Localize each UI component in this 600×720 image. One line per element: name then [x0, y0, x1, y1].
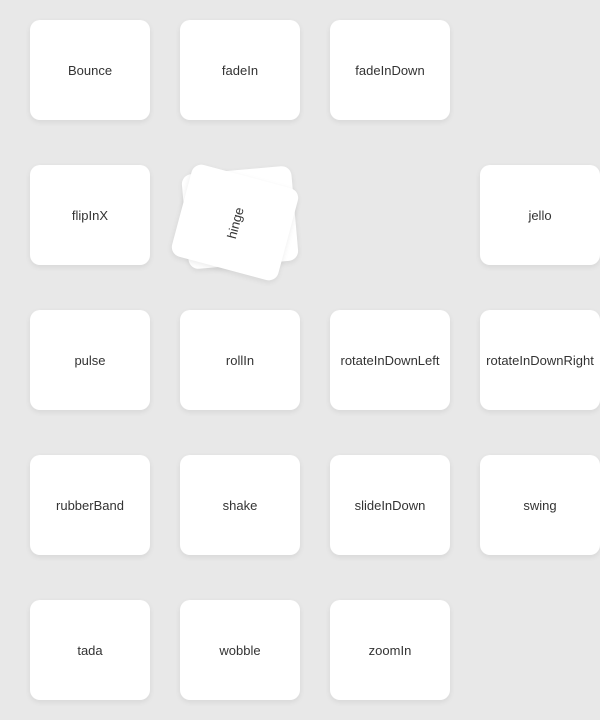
animation-grid: Bounce fadeIn fadeInDown flipInX hinge j…	[0, 0, 600, 720]
card-flipInX[interactable]: flipInX	[30, 165, 150, 265]
card-rubberBand[interactable]: rubberBand	[30, 455, 150, 555]
card-rotateInDownLeft[interactable]: rotateInDownLeft	[330, 310, 450, 410]
card-fadeInDown[interactable]: fadeInDown	[330, 20, 450, 120]
card-pulse[interactable]: pulse	[30, 310, 150, 410]
card-hinge-wrapper[interactable]: hinge	[180, 165, 300, 265]
card-swing[interactable]: swing	[480, 455, 600, 555]
card-jello[interactable]: jello	[480, 165, 600, 265]
card-slideInDown[interactable]: slideInDown	[330, 455, 450, 555]
card-wobble[interactable]: wobble	[180, 600, 300, 700]
card-fadeIn[interactable]: fadeIn	[180, 20, 300, 120]
card-rotateInDownRight[interactable]: rotateInDownRight	[480, 310, 600, 410]
card-bounce[interactable]: Bounce	[30, 20, 150, 120]
card-rollIn[interactable]: rollIn	[180, 310, 300, 410]
card-shake[interactable]: shake	[180, 455, 300, 555]
card-zoomIn[interactable]: zoomIn	[330, 600, 450, 700]
card-tada[interactable]: tada	[30, 600, 150, 700]
